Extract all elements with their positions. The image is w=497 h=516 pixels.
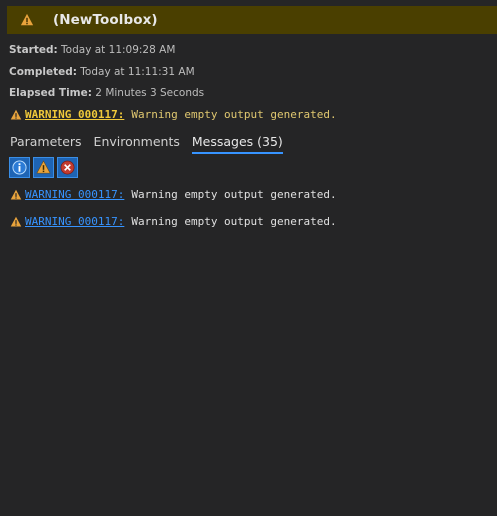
warning-icon (10, 189, 22, 199)
message-row: WARNING 000117: Warning empty output gen… (10, 188, 337, 201)
summary-message: WARNING 000117: Warning empty output gen… (10, 108, 337, 121)
message-text: Warning empty output generated. (131, 188, 337, 201)
message-code-link[interactable]: WARNING 000117: (25, 215, 124, 228)
warning-icon (36, 160, 51, 174)
message-row: WARNING 000117: Warning empty output gen… (10, 215, 337, 228)
elapsed-label: Elapsed Time: (9, 87, 92, 99)
info-icon (12, 160, 27, 175)
summary-text: Warning empty output generated. (131, 108, 337, 121)
warning-icon (20, 13, 34, 26)
error-icon (60, 160, 75, 175)
message-filters (9, 157, 81, 178)
summary-code: WARNING 000117: (25, 108, 125, 121)
elapsed-value: 2 Minutes 3 Seconds (95, 87, 205, 99)
completed-row: Completed: Today at 11:11:31 AM (9, 66, 195, 78)
tab-parameters[interactable]: Parameters (10, 134, 82, 154)
tab-environments[interactable]: Environments (94, 134, 180, 154)
started-value: Today at 11:09:28 AM (61, 44, 176, 56)
started-label: Started: (9, 44, 58, 56)
message-text: Warning empty output generated. (131, 215, 337, 228)
completed-value: Today at 11:11:31 AM (80, 66, 195, 78)
tool-title: (NewToolbox) (53, 12, 158, 28)
tab-bar: Parameters Environments Messages (35) (10, 134, 295, 154)
warning-icon (10, 216, 22, 226)
warning-filter-button[interactable] (33, 157, 54, 178)
message-code-link[interactable]: WARNING 000117: (25, 188, 124, 201)
error-filter-button[interactable] (57, 157, 78, 178)
status-header: (NewToolbox) (7, 6, 497, 34)
elapsed-row: Elapsed Time: 2 Minutes 3 Seconds (9, 87, 204, 99)
completed-label: Completed: (9, 66, 77, 78)
tab-messages[interactable]: Messages (35) (191, 134, 283, 154)
info-filter-button[interactable] (9, 157, 30, 178)
warning-icon (10, 109, 22, 119)
started-row: Started: Today at 11:09:28 AM (9, 44, 175, 56)
